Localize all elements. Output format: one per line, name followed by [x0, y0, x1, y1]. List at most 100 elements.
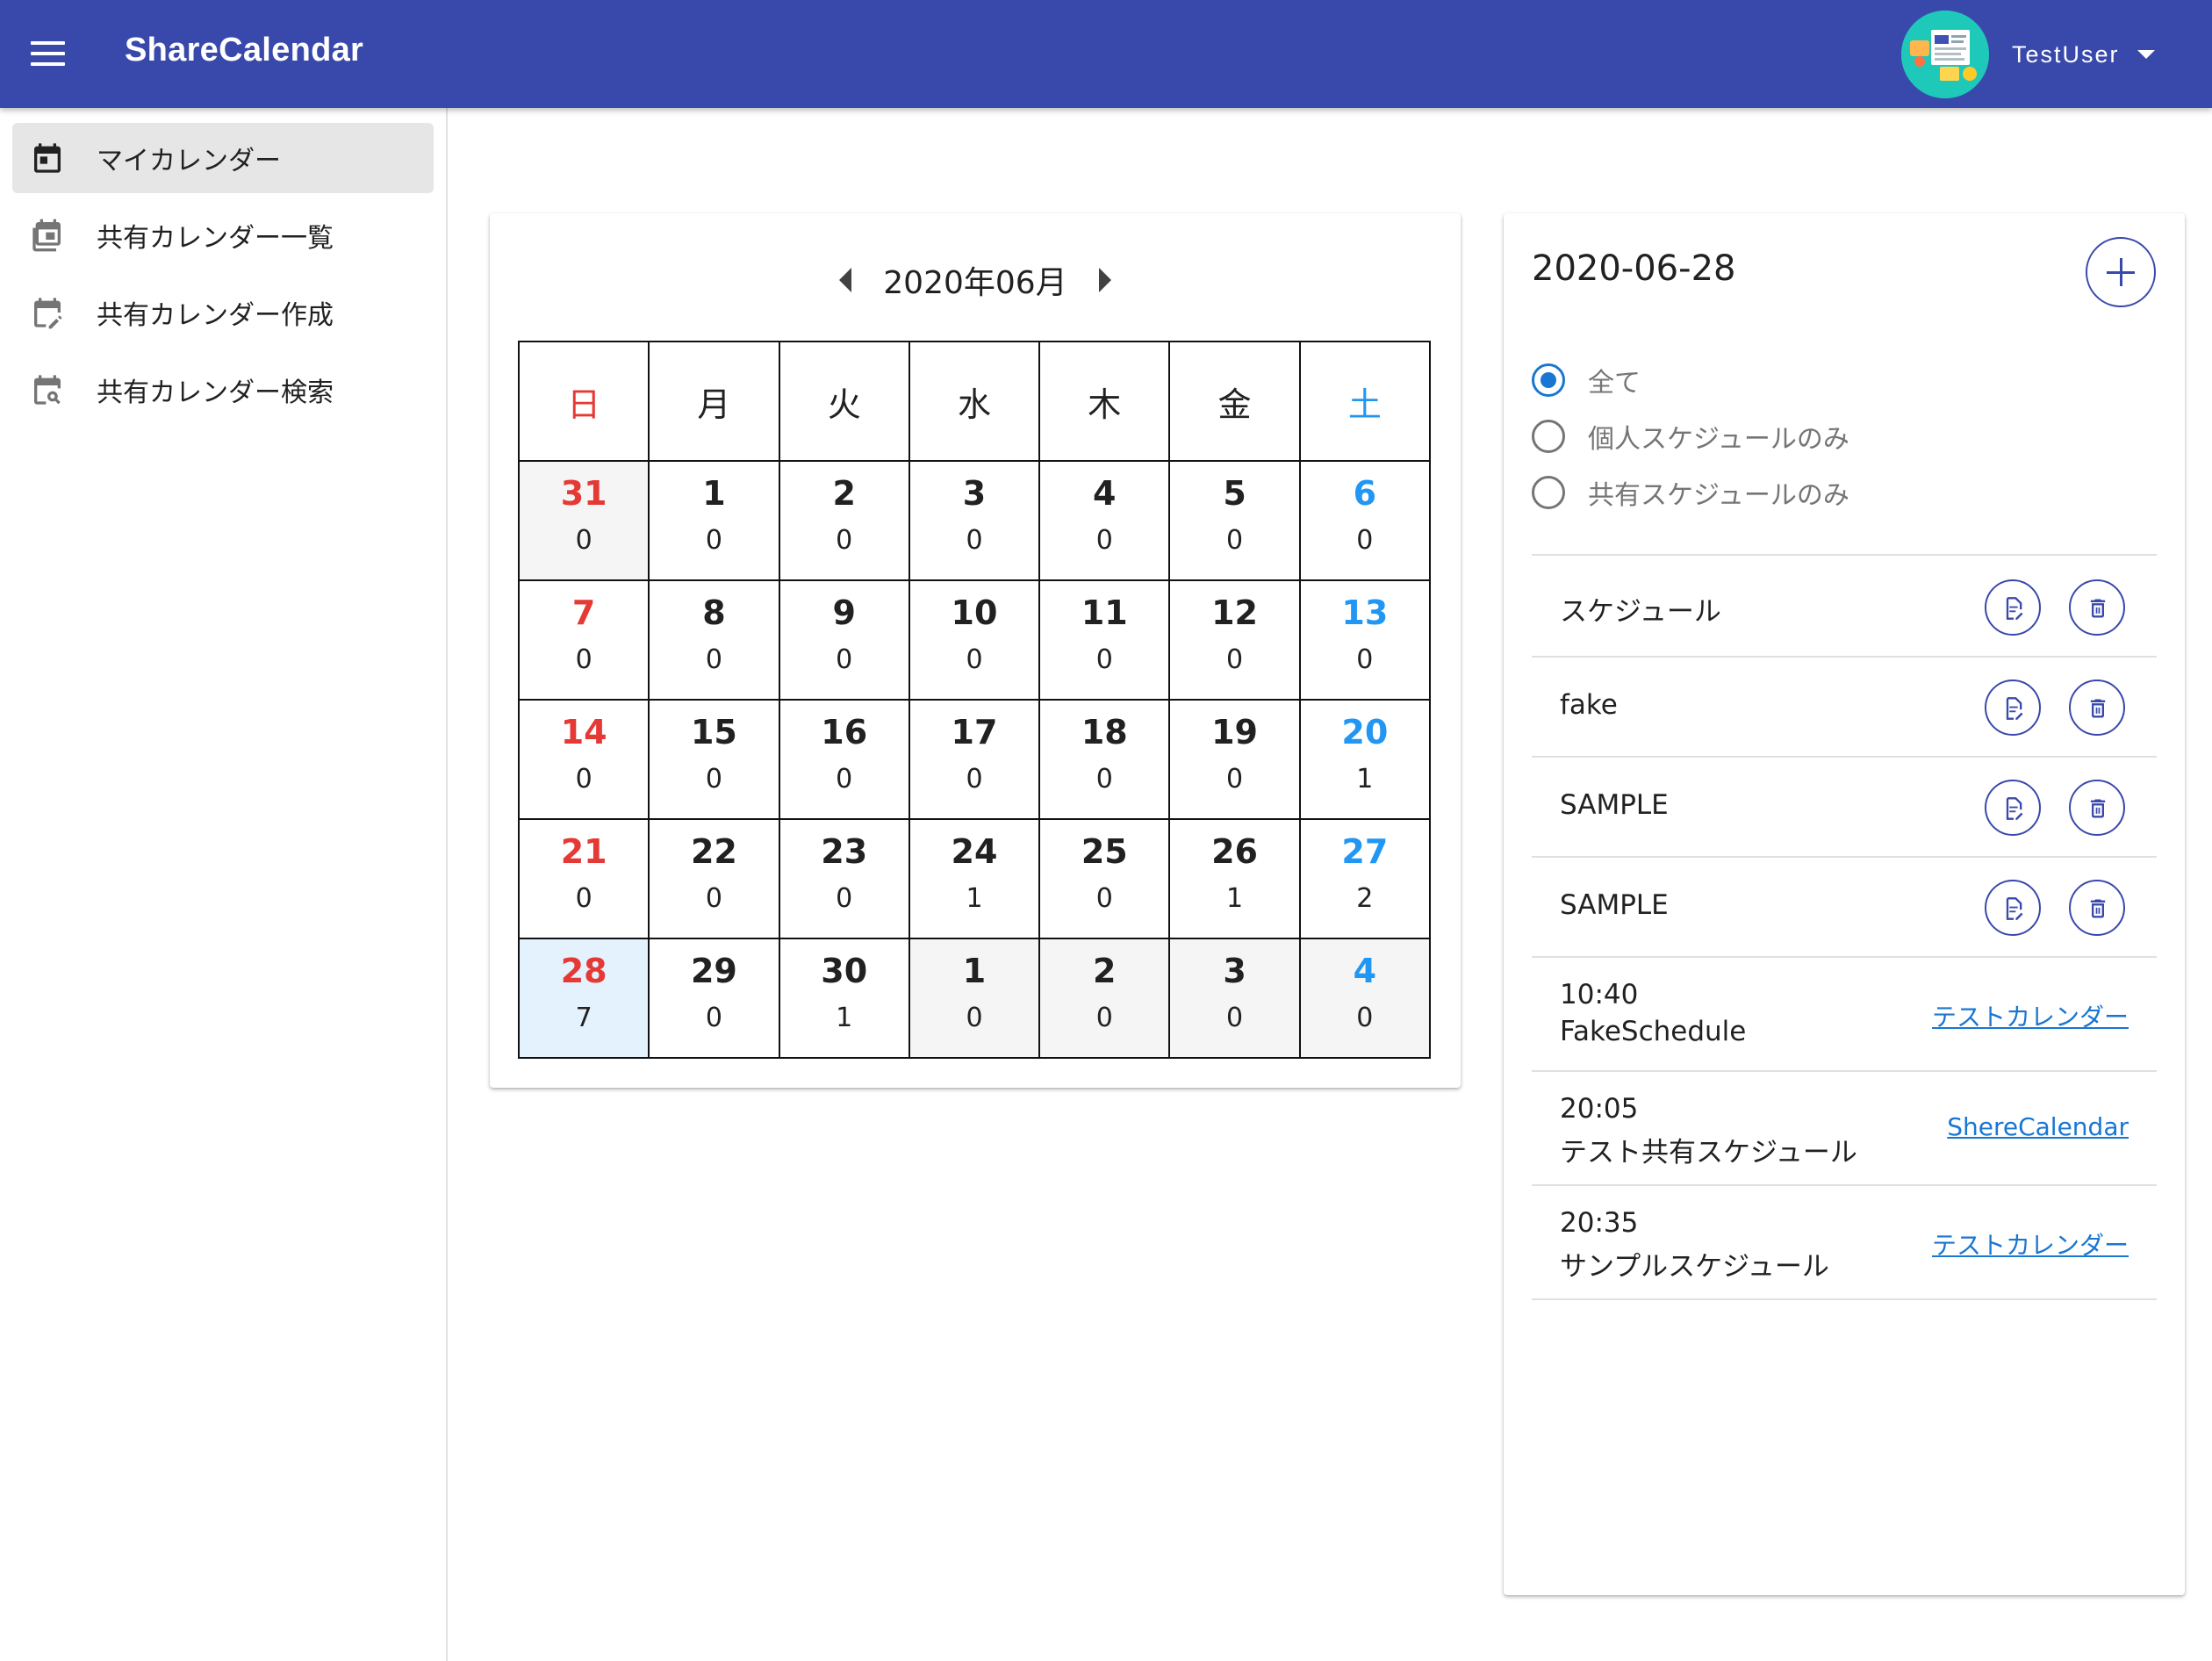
- calendar-day[interactable]: 21 0: [517, 818, 650, 939]
- calendar-day[interactable]: 20: [1038, 938, 1171, 1059]
- calendar-day[interactable]: 13 0: [1298, 579, 1432, 701]
- schedule-count: 0: [1095, 1003, 1113, 1033]
- radio-unchecked-icon[interactable]: [1532, 420, 1565, 453]
- calendar-day[interactable]: 23 0: [778, 818, 910, 939]
- caret-down-icon: [2137, 50, 2155, 59]
- calendar-day[interactable]: 40: [1298, 938, 1432, 1059]
- weekday-label: 月: [648, 341, 780, 462]
- calendar-day[interactable]: 20: [778, 460, 910, 581]
- sidebar-item-label: 共有カレンダー検索: [97, 378, 334, 408]
- calendar-week-row: 21 0 22 0 23 0 24 1 25 0 26 1 27 2: [517, 818, 1432, 939]
- calendar-day[interactable]: 10: [648, 460, 780, 581]
- calendar-day[interactable]: 18 0: [1038, 699, 1171, 820]
- user-menu[interactable]: TestUser: [2012, 35, 2155, 74]
- schedule-count: 0: [1356, 525, 1374, 556]
- calendar-day[interactable]: 16 0: [778, 699, 910, 820]
- calendar-day[interactable]: 80: [648, 579, 780, 701]
- add-schedule-button[interactable]: [2086, 237, 2156, 307]
- schedule-count: 0: [1356, 1003, 1374, 1033]
- schedule-name: FakeSchedule: [1560, 1016, 1747, 1047]
- calendar-link[interactable]: ShereCalendar: [1947, 1112, 2129, 1141]
- app-title[interactable]: ShareCalendar: [125, 32, 363, 69]
- day-number: 27: [1341, 832, 1389, 871]
- schedule-time: 20:05: [1560, 1093, 1639, 1125]
- day-number: 12: [1211, 593, 1258, 632]
- sidebar-item-shared-list[interactable]: 共有カレンダー一覧: [12, 200, 434, 270]
- calendar-day[interactable]: 12 0: [1168, 579, 1301, 701]
- calendar-day[interactable]: 31 0: [517, 460, 650, 581]
- calendar-day[interactable]: 24 1: [908, 818, 1041, 939]
- calendar-day[interactable]: 19 0: [1168, 699, 1301, 820]
- prev-month-icon[interactable]: [839, 268, 852, 292]
- calendar-day[interactable]: 27 2: [1298, 818, 1432, 939]
- calendar-day[interactable]: 30 1: [778, 938, 910, 1059]
- calendar-day[interactable]: 17 0: [908, 699, 1041, 820]
- calendar-day[interactable]: 20 1: [1298, 699, 1432, 820]
- edit-schedule-button[interactable]: [1985, 780, 2041, 836]
- calendar-day[interactable]: 11 0: [1038, 579, 1171, 701]
- schedule-count: 0: [966, 1003, 983, 1033]
- delete-schedule-button[interactable]: [2069, 680, 2125, 736]
- filter-all[interactable]: 全て: [1532, 361, 1641, 399]
- calendar-week-row: 28 7 29 0 30 1 1 0 2 0 3 0 4 0: [517, 938, 1432, 1059]
- calendar-day[interactable]: 30: [1168, 938, 1301, 1059]
- calendar-day[interactable]: 30: [908, 460, 1041, 581]
- day-number: 13: [1341, 593, 1389, 632]
- edit-schedule-button[interactable]: [1985, 680, 2041, 736]
- calendar-day[interactable]: 26 1: [1168, 818, 1301, 939]
- calendar-link[interactable]: テストカレンダー: [1932, 998, 2129, 1033]
- calendar-day[interactable]: 22 0: [648, 818, 780, 939]
- calendar-day[interactable]: 10 0: [908, 579, 1041, 701]
- calendar-day[interactable]: 14 0: [517, 699, 650, 820]
- day-number: 30: [821, 952, 868, 990]
- schedule-count: 1: [966, 883, 983, 914]
- calendar-day[interactable]: 70: [517, 579, 650, 701]
- edit-schedule-button[interactable]: [1985, 579, 2041, 636]
- calendar-day[interactable]: 29 0: [648, 938, 780, 1059]
- calendar-day-selected[interactable]: 28 7: [517, 938, 650, 1059]
- schedule-count: 0: [1226, 1003, 1244, 1033]
- edit-schedule-button[interactable]: [1985, 880, 2041, 936]
- personal-schedule-row[interactable]: fake: [1532, 658, 2157, 758]
- schedule-count: 0: [966, 644, 983, 675]
- calendar-day[interactable]: 90: [778, 579, 910, 701]
- calendar-day[interactable]: 50: [1168, 460, 1301, 581]
- schedule-card: 2020-06-28 全て 個人スケジュールのみ 共有スケジュールのみ スケジュ…: [1504, 213, 2185, 1595]
- day-number: 25: [1081, 832, 1128, 871]
- personal-schedule-row[interactable]: SAMPLE: [1532, 758, 2157, 858]
- calendar-day[interactable]: 10: [908, 938, 1041, 1059]
- next-month-icon[interactable]: [1098, 268, 1111, 292]
- schedule-count: 0: [575, 764, 592, 795]
- calendar-day[interactable]: 25 0: [1038, 818, 1171, 939]
- radio-unchecked-icon[interactable]: [1532, 476, 1565, 509]
- personal-schedule-row[interactable]: スケジュール: [1532, 557, 2157, 658]
- calendar-day[interactable]: 15 0: [648, 699, 780, 820]
- sidebar-item-shared-search[interactable]: 共有カレンダー検索: [12, 355, 434, 425]
- day-number: 6: [1353, 474, 1377, 513]
- delete-schedule-button[interactable]: [2069, 880, 2125, 936]
- filter-shared[interactable]: 共有スケジュールのみ: [1532, 473, 1849, 512]
- day-number: 31: [560, 474, 607, 513]
- delete-schedule-button[interactable]: [2069, 780, 2125, 836]
- filter-personal[interactable]: 個人スケジュールのみ: [1532, 417, 1849, 456]
- shared-schedule-row[interactable]: 20:35 サンプルスケジュール テストカレンダー: [1532, 1186, 2157, 1300]
- weekday-label: 土: [1298, 341, 1432, 462]
- schedule-count: 0: [1226, 764, 1244, 795]
- selected-date: 2020-06-28: [1532, 248, 1736, 289]
- schedule-count: 0: [1095, 525, 1113, 556]
- schedule-count: 0: [705, 883, 722, 914]
- day-number: 5: [1223, 474, 1246, 513]
- calendar-day[interactable]: 40: [1038, 460, 1171, 581]
- sidebar-item-my-calendar[interactable]: マイカレンダー: [12, 123, 434, 193]
- sidebar-item-shared-create[interactable]: 共有カレンダー作成: [12, 277, 434, 348]
- delete-schedule-button[interactable]: [2069, 579, 2125, 636]
- calendar-link[interactable]: テストカレンダー: [1932, 1226, 2129, 1262]
- calendar-day[interactable]: 60: [1298, 460, 1432, 581]
- shared-schedule-row[interactable]: 10:40 FakeSchedule テストカレンダー: [1532, 958, 2157, 1072]
- radio-checked-icon[interactable]: [1532, 363, 1565, 397]
- menu-icon[interactable]: [31, 41, 65, 66]
- shared-schedule-row[interactable]: 20:05 テスト共有スケジュール ShereCalendar: [1532, 1072, 2157, 1186]
- schedule-count: 0: [1356, 644, 1374, 675]
- personal-schedule-row[interactable]: SAMPLE: [1532, 858, 2157, 958]
- avatar[interactable]: [1901, 11, 1989, 98]
